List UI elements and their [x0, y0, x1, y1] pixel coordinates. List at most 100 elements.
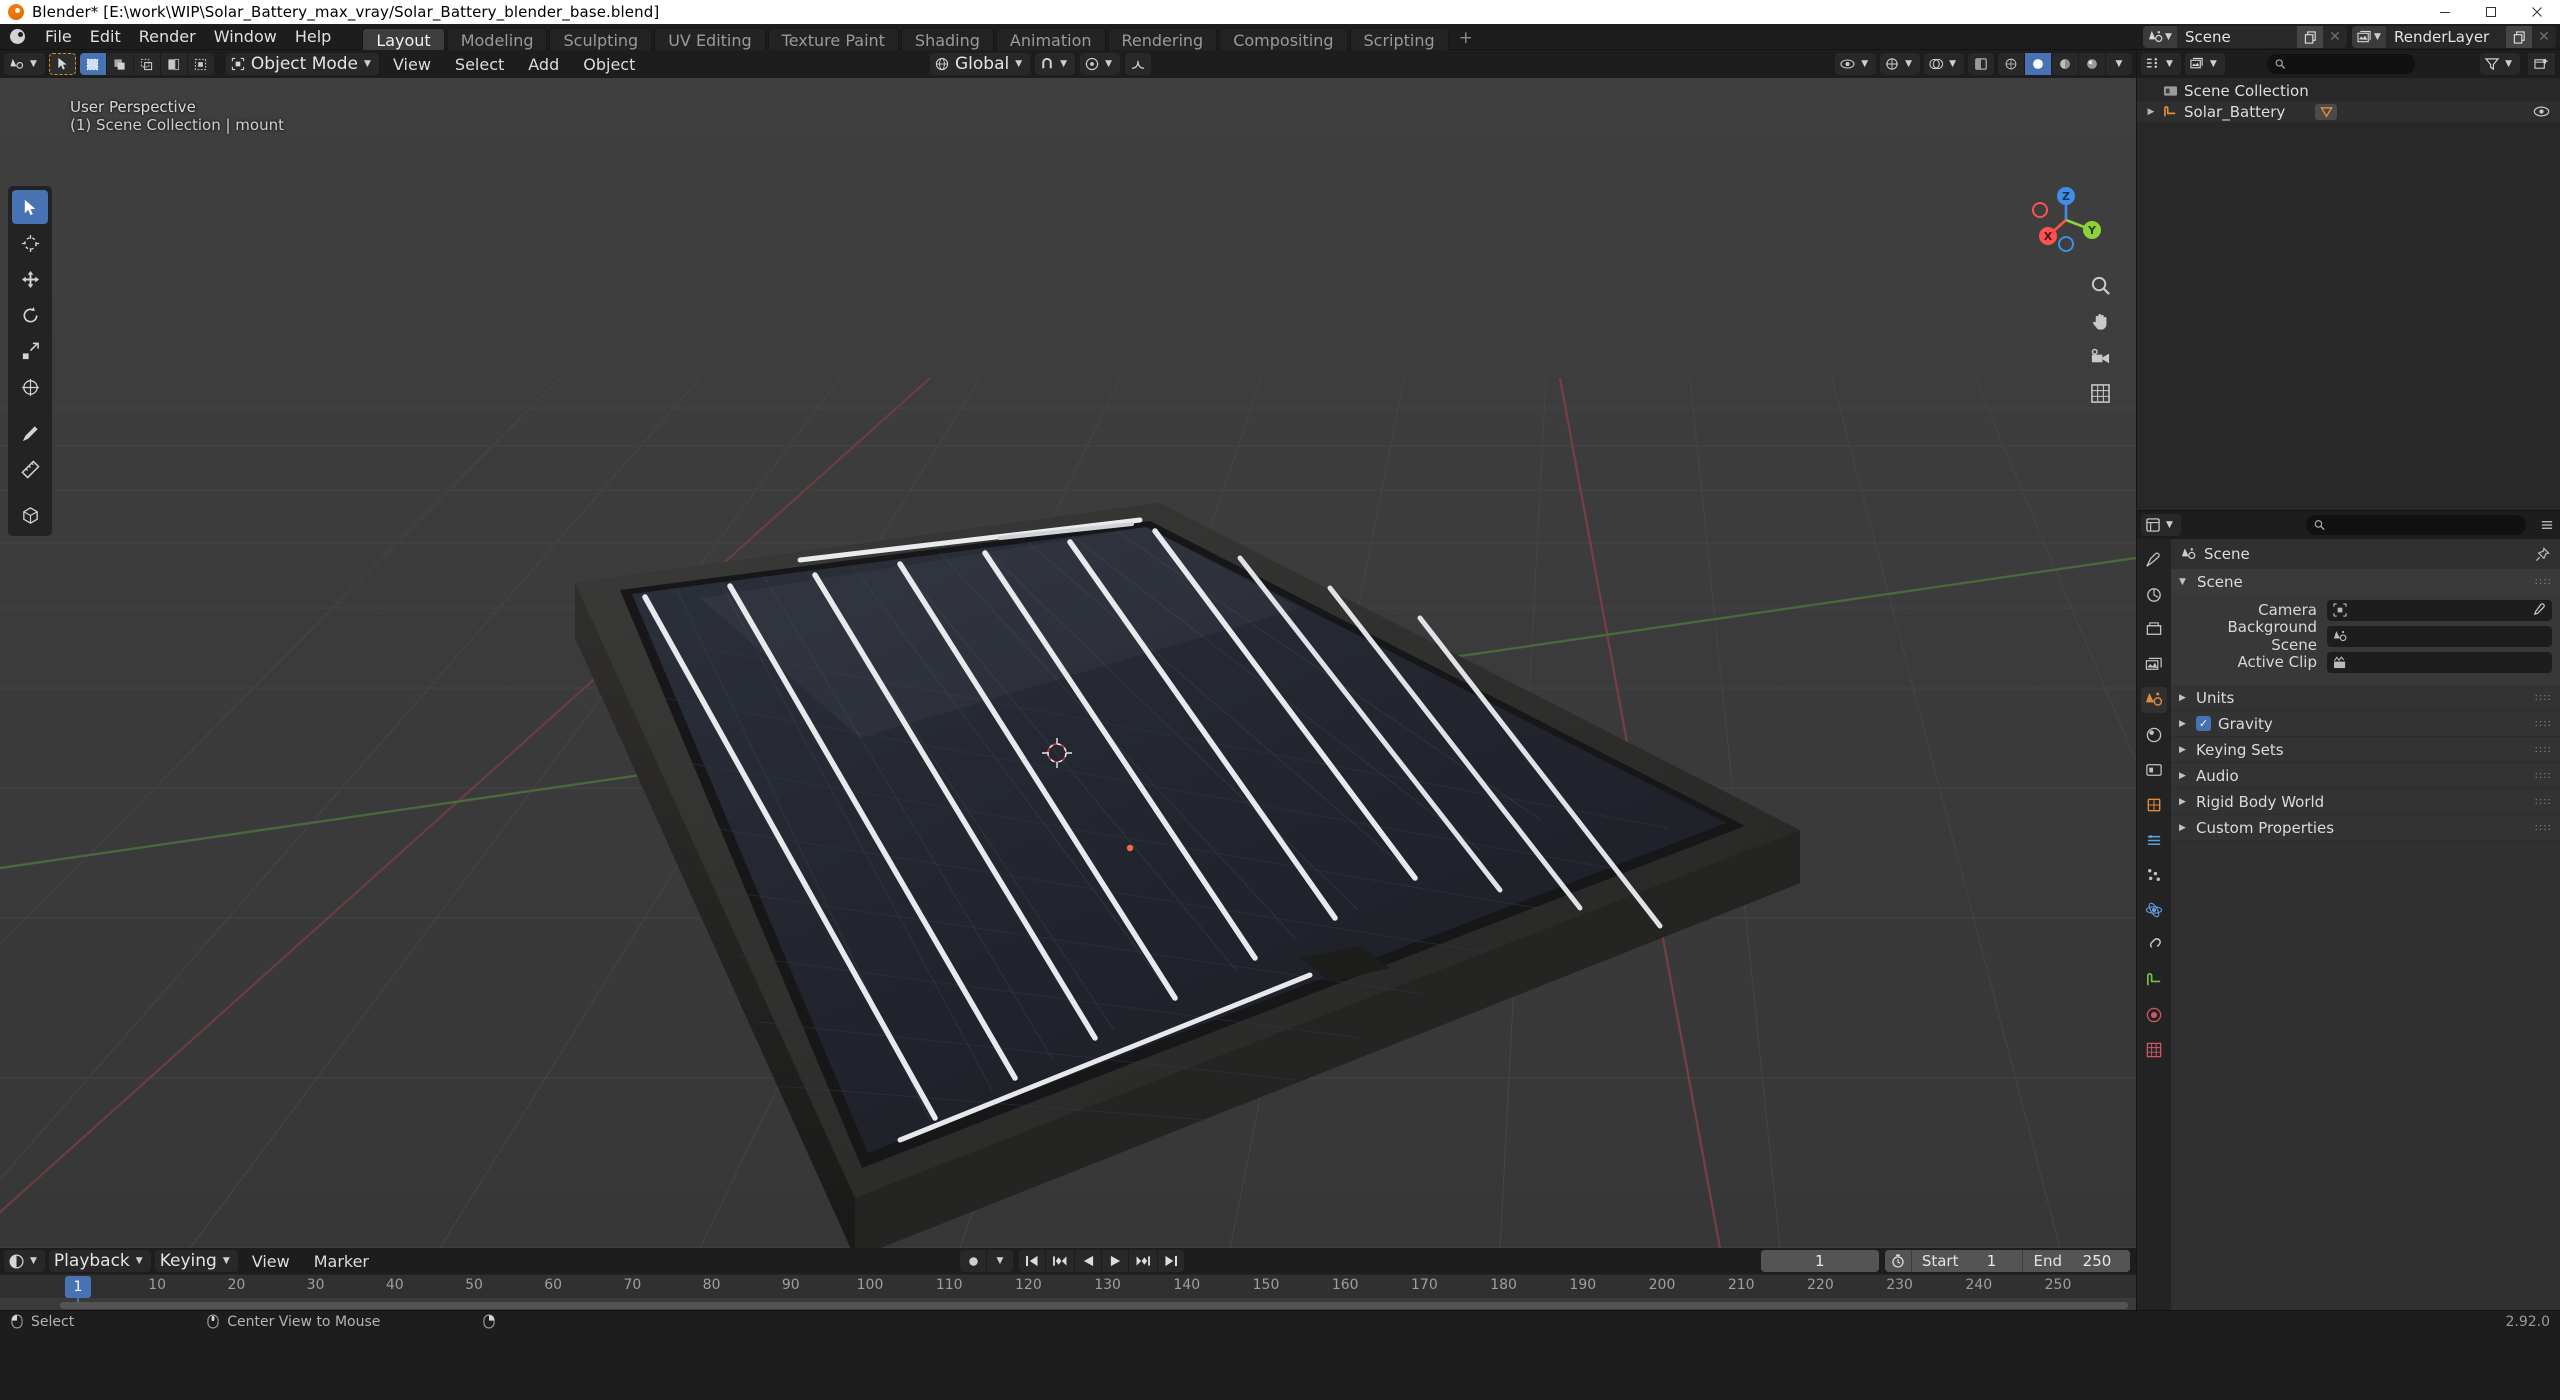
outliner-search-field[interactable]: [2290, 56, 2407, 72]
chevron-right-icon[interactable]: ▶: [2145, 107, 2157, 117]
new-viewlayer-icon[interactable]: [2506, 26, 2532, 48]
scene-selector[interactable]: ▼ Scene ✕: [2143, 26, 2347, 48]
properties-options-icon[interactable]: [2540, 518, 2554, 532]
active-clip-field[interactable]: [2327, 651, 2552, 673]
ortho-persp-icon[interactable]: [2088, 381, 2112, 405]
shading-rendered-icon[interactable]: [2079, 53, 2105, 75]
workspace-tab-animation[interactable]: Animation: [995, 27, 1106, 50]
menu-help[interactable]: Help: [286, 26, 340, 48]
viewport-menu-object[interactable]: Object: [573, 52, 645, 77]
end-frame-value[interactable]: 250: [2068, 1250, 2126, 1272]
outliner-editor-type-icon[interactable]: ▼: [2141, 53, 2181, 75]
mesh-object-icon[interactable]: [2315, 103, 2338, 120]
viewlayer-selector[interactable]: ▼ RenderLayer ✕: [2352, 26, 2556, 48]
workspace-tab-sculpting[interactable]: Sculpting: [549, 27, 653, 50]
workspace-tab-scripting[interactable]: Scripting: [1349, 27, 1449, 50]
section-keying-sets[interactable]: ▶ Keying Sets ::::: [2171, 737, 2560, 763]
workspace-tab-rendering[interactable]: Rendering: [1107, 27, 1218, 50]
output-tab[interactable]: [2141, 617, 2167, 643]
tool-settings-cursor[interactable]: [48, 53, 76, 75]
section-rigid-body-world[interactable]: ▶ Rigid Body World ::::: [2171, 789, 2560, 815]
timeline-menu-marker[interactable]: Marker: [304, 1249, 379, 1274]
menu-render[interactable]: Render: [130, 26, 205, 48]
select-set-icon[interactable]: [79, 53, 106, 75]
auto-keying-popover-icon[interactable]: ▼: [987, 1250, 1013, 1272]
active-tool-icon[interactable]: [48, 53, 76, 75]
eyedropper-icon[interactable]: [2532, 603, 2546, 617]
navigation-gizmo[interactable]: Z Y X: [2020, 174, 2112, 266]
select-intersect-icon[interactable]: [187, 53, 214, 75]
world-tab[interactable]: [2141, 722, 2167, 748]
scene-name[interactable]: Scene: [2177, 26, 2297, 48]
annotate-tool[interactable]: [12, 416, 48, 450]
gizmo-icon[interactable]: ▼: [1880, 53, 1921, 75]
scale-tool[interactable]: [12, 334, 48, 368]
outliner-search-input[interactable]: [2266, 54, 2415, 74]
menu-window[interactable]: Window: [205, 26, 286, 48]
view-layer-tab[interactable]: [2141, 652, 2167, 678]
select-subtract-icon[interactable]: [133, 53, 160, 75]
timeline-menu-view[interactable]: View: [242, 1249, 300, 1274]
jump-to-prev-keyframe-icon[interactable]: [1046, 1250, 1074, 1272]
timeline-horizontal-scrollbar[interactable]: [60, 1302, 2128, 1309]
workspace-tab-shading[interactable]: Shading: [900, 27, 994, 50]
minimize-button[interactable]: [2422, 0, 2468, 24]
shading-wireframe-icon[interactable]: [1998, 53, 2024, 75]
visibility-eye-icon[interactable]: [2533, 105, 2550, 118]
physics-tab[interactable]: [2141, 897, 2167, 923]
object-data-tab[interactable]: [2141, 967, 2167, 993]
menu-file[interactable]: File: [36, 26, 81, 48]
properties-search-input[interactable]: [2305, 515, 2526, 535]
3d-viewport[interactable]: User Perspective (1) Scene Collection | …: [0, 78, 2136, 1248]
mode-selector[interactable]: Object Mode ▼: [225, 53, 379, 75]
play-icon[interactable]: [1102, 1250, 1128, 1272]
snap-icon[interactable]: ▼: [1035, 53, 1076, 75]
stopwatch-icon[interactable]: [1884, 1250, 1911, 1272]
camera-view-icon[interactable]: [2088, 345, 2112, 369]
measure-tool[interactable]: [12, 452, 48, 486]
viewport-menu-view[interactable]: View: [383, 52, 441, 77]
material-tab[interactable]: [2141, 1002, 2167, 1028]
proportional-edit-icon[interactable]: ▼: [1080, 53, 1120, 75]
render-tab[interactable]: [2141, 582, 2167, 608]
shading-solid-icon[interactable]: [2025, 53, 2051, 75]
proportional-falloff-icon[interactable]: [1125, 53, 1151, 75]
new-collection-icon[interactable]: [2528, 53, 2555, 75]
properties-editor-icon[interactable]: ▼: [2141, 514, 2181, 536]
add-workspace-button[interactable]: +: [1451, 26, 1481, 50]
start-frame-value[interactable]: 1: [1964, 1250, 2019, 1272]
properties-search-field[interactable]: [2329, 517, 2518, 533]
transform-tool[interactable]: [12, 370, 48, 404]
object-tab[interactable]: [2141, 792, 2167, 818]
timeline-menu-playback[interactable]: Playback ▼: [48, 1250, 151, 1272]
background-scene-field[interactable]: [2327, 625, 2552, 647]
gravity-checkbox[interactable]: ✓: [2196, 716, 2211, 731]
unlink-scene-icon[interactable]: ✕: [2323, 26, 2347, 48]
play-reverse-icon[interactable]: [1075, 1250, 1101, 1272]
editor-type-icon[interactable]: ▼: [4, 53, 45, 75]
particles-tab[interactable]: [2141, 862, 2167, 888]
collection-tab[interactable]: [2141, 757, 2167, 783]
select-invert-icon[interactable]: [160, 53, 187, 75]
timeline-editor-icon[interactable]: ▼: [4, 1250, 45, 1272]
timeline-ruler[interactable]: 10 20 30 40 50 60 70 80 90 100 110 120 130 140 150 160 1…: [0, 1274, 2136, 1298]
constraints-tab[interactable]: [2141, 932, 2167, 958]
jump-to-start-icon[interactable]: [1019, 1250, 1045, 1272]
tool-tab[interactable]: [2141, 547, 2167, 573]
viewlayer-name[interactable]: RenderLayer: [2386, 26, 2506, 48]
scene-tab[interactable]: [2141, 687, 2167, 713]
viewport-menu-add[interactable]: Add: [518, 52, 569, 77]
pin-icon[interactable]: [2535, 546, 2550, 562]
timeline-keyframe-area[interactable]: [0, 1297, 2136, 1310]
viewport-menu-select[interactable]: Select: [445, 52, 514, 77]
workspace-tab-layout[interactable]: Layout: [362, 27, 445, 50]
unlink-viewlayer-icon[interactable]: ✕: [2532, 26, 2556, 48]
shading-material-preview-icon[interactable]: [2052, 53, 2078, 75]
add-cube-tool[interactable]: [12, 498, 48, 532]
outliner-display-mode[interactable]: ▼: [2184, 53, 2225, 75]
pan-hand-icon[interactable]: [2088, 309, 2112, 333]
section-audio[interactable]: ▶ Audio ::::: [2171, 763, 2560, 789]
current-frame-field[interactable]: 1: [1760, 1250, 1879, 1272]
close-button[interactable]: [2514, 0, 2560, 24]
workspace-tab-uv-editing[interactable]: UV Editing: [654, 27, 766, 50]
